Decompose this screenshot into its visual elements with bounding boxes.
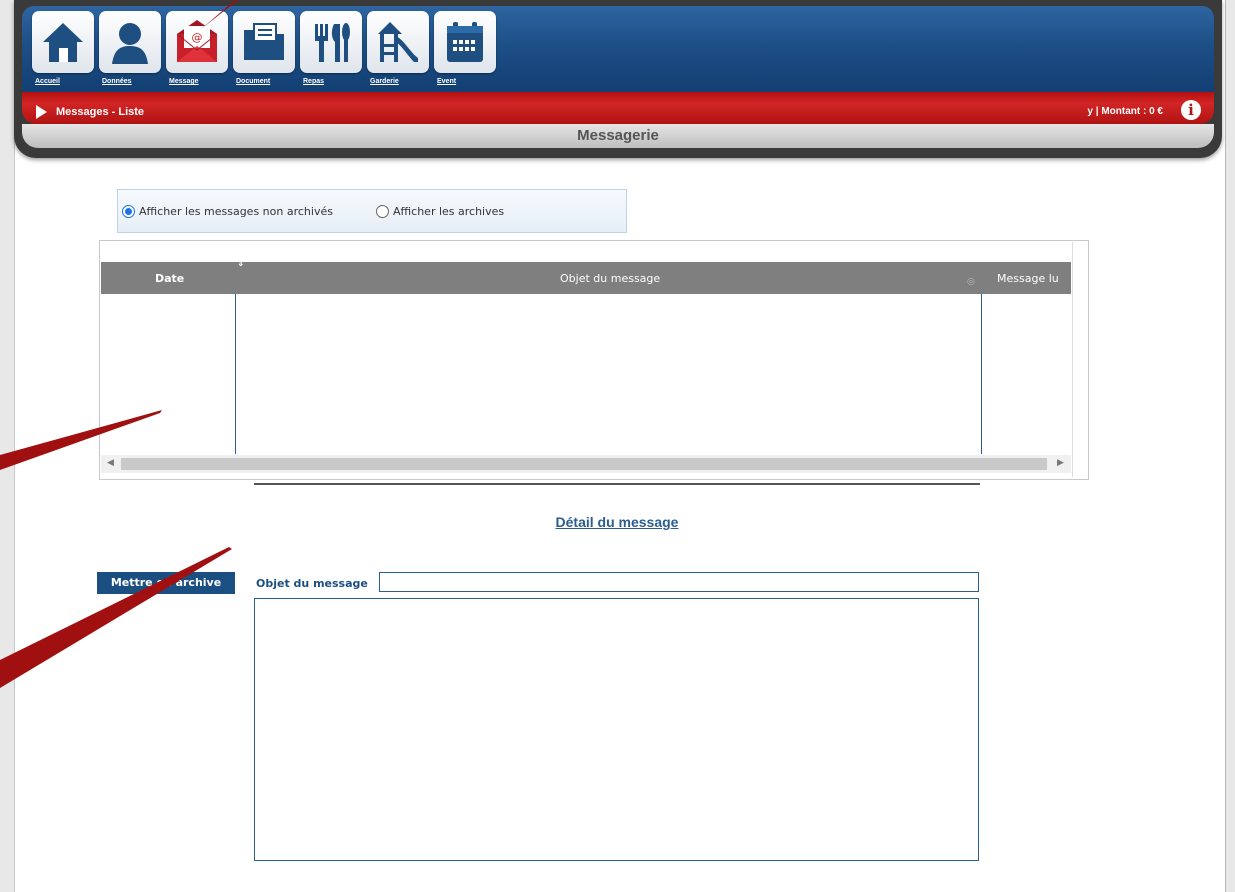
column-header-date[interactable]: Date	[155, 272, 184, 285]
column-divider	[235, 294, 236, 454]
nav-item-accueil[interactable]: Accueil	[32, 11, 98, 85]
archive-button[interactable]: Mettre en archive	[97, 572, 235, 594]
nav-label-document[interactable]: Document	[233, 78, 299, 85]
user-icon	[99, 11, 161, 73]
scrollbar-thumb[interactable]	[121, 458, 1047, 470]
breadcrumb-text: Messages - Liste	[56, 106, 145, 118]
folder-icon	[233, 11, 295, 73]
column-settings-icon[interactable]: ◎	[967, 277, 975, 287]
table-header: Date ⇕ Objet du message ◎ Message lu	[101, 259, 1071, 294]
envelope-icon: @	[166, 11, 228, 73]
radio-unselected-icon[interactable]	[376, 205, 389, 218]
nav-label-accueil[interactable]: Accueil	[32, 78, 98, 85]
radio-selected-icon[interactable]	[122, 205, 135, 218]
nav-item-garderie[interactable]: Garderie	[367, 11, 433, 85]
radio-non-archived-label: Afficher les messages non archivés	[139, 205, 333, 218]
home-icon	[32, 11, 94, 73]
vertical-scrollbar[interactable]	[1072, 242, 1087, 477]
nav-label-donnees[interactable]: Données	[99, 78, 165, 85]
scroll-right-icon[interactable]: ▶	[1057, 458, 1064, 468]
messages-table: Date ⇕ Objet du message ◎ Message lu ◀ ▶	[99, 240, 1089, 480]
subject-field[interactable]	[379, 572, 979, 592]
nav-label-repas[interactable]: Repas	[300, 78, 366, 85]
svg-text:@: @	[192, 31, 203, 44]
page-title: Messagerie	[577, 127, 659, 144]
scroll-left-icon[interactable]: ◀	[107, 458, 114, 468]
calendar-icon	[434, 11, 496, 73]
nav-item-event[interactable]: Event	[434, 11, 500, 85]
message-body-field[interactable]	[254, 598, 979, 861]
info-icon[interactable]: i	[1181, 100, 1201, 120]
detail-title: Détail du message	[555, 514, 679, 530]
nav-label-event[interactable]: Event	[434, 78, 500, 85]
nav-item-message[interactable]: @ Message	[166, 11, 232, 85]
nav-item-repas[interactable]: Repas	[300, 11, 366, 85]
main-nav: Accueil Données @ Message Document Repas…	[32, 11, 501, 85]
play-arrow-icon	[36, 105, 47, 119]
nav-label-message[interactable]: Message	[166, 78, 232, 85]
header-status-bar	[22, 92, 1214, 124]
radio-archives-label: Afficher les archives	[393, 205, 505, 218]
subject-label: Objet du message	[256, 577, 368, 590]
breadcrumb: Messages - Liste	[36, 105, 144, 119]
radio-non-archived[interactable]: Afficher les messages non archivés	[122, 205, 333, 218]
nav-label-garderie[interactable]: Garderie	[367, 78, 433, 85]
nav-item-document[interactable]: Document	[233, 11, 299, 85]
column-header-read[interactable]: Message lu	[997, 272, 1059, 285]
radio-archives[interactable]: Afficher les archives	[376, 205, 504, 218]
section-divider	[254, 483, 980, 485]
amount-status: y | Montant : 0 €	[1087, 106, 1163, 117]
column-header-subject[interactable]: Objet du message	[560, 272, 660, 285]
message-filter: Afficher les messages non archivés Affic…	[117, 189, 627, 233]
column-divider	[981, 294, 982, 454]
nav-item-donnees[interactable]: Données	[99, 11, 165, 85]
playground-icon	[367, 11, 429, 73]
horizontal-scrollbar[interactable]: ◀ ▶	[101, 455, 1071, 473]
cutlery-icon	[300, 11, 362, 73]
sort-icon[interactable]: ⇕	[237, 259, 245, 269]
